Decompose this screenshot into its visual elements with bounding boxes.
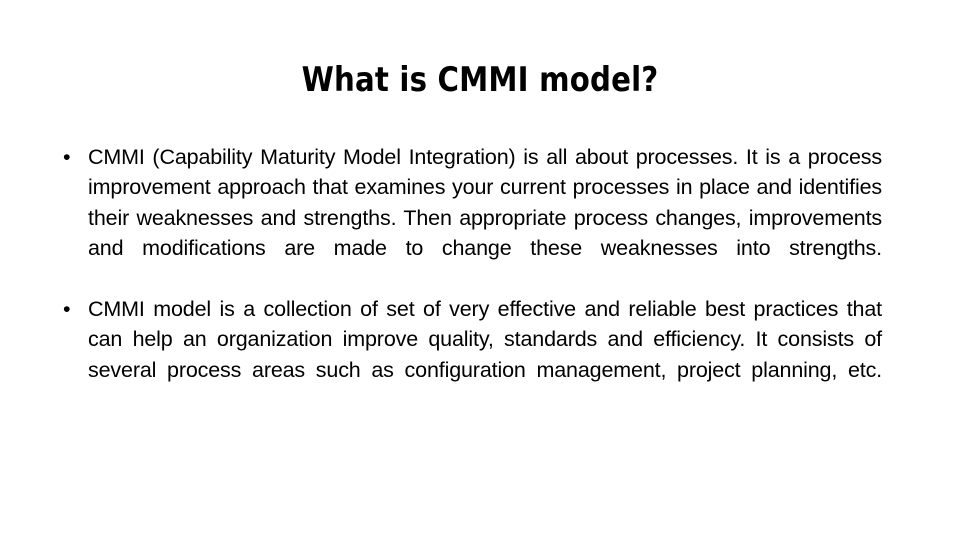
slide-body: • CMMI (Capability Maturity Model Integr…: [62, 142, 882, 416]
bullet-item: • CMMI model is a collection of set of v…: [62, 294, 882, 416]
bullet-item-text: CMMI (Capability Maturity Model Integrat…: [88, 145, 882, 261]
slide: What is CMMI model? • CMMI (Capability M…: [0, 0, 960, 540]
bullet-point-icon: •: [63, 145, 71, 169]
bullet-item: • CMMI (Capability Maturity Model Integr…: [62, 142, 882, 294]
slide-title: What is CMMI model?: [301, 60, 659, 100]
bullet-item-text: CMMI model is a collection of set of ver…: [88, 297, 882, 382]
bullet-point-icon: •: [63, 297, 71, 322]
